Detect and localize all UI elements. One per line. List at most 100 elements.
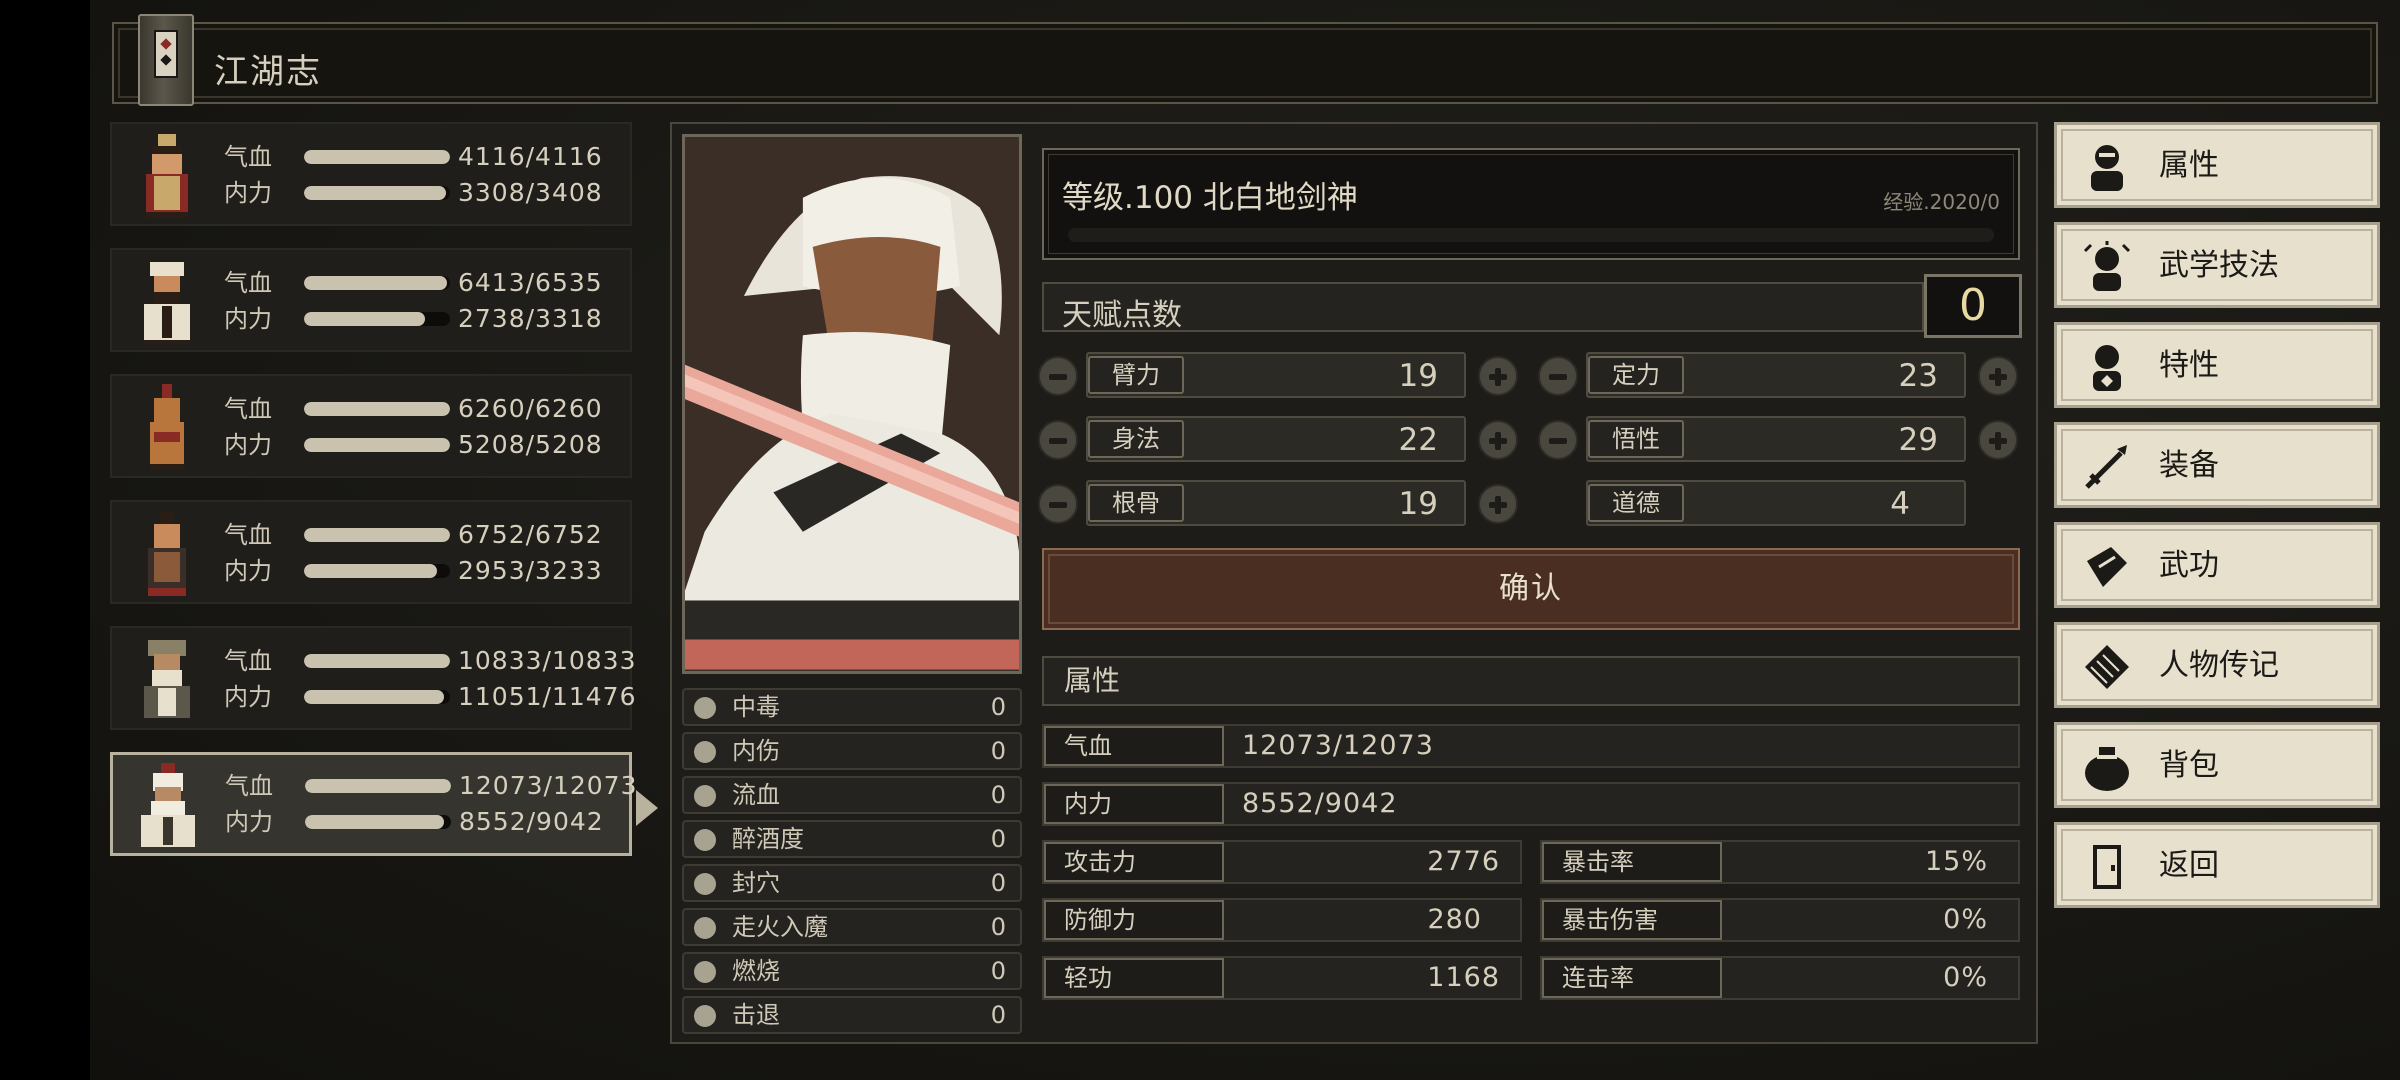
door-icon [2093,845,2121,889]
status-internal-injury: 内伤 0 [682,732,1022,770]
attr-label: 根骨 [1088,484,1184,522]
exp-text: 经验.2020/0 [1883,190,2000,214]
exp-bar [1068,228,1994,242]
avatar [150,384,184,470]
fire-icon [694,961,716,983]
book-icon [138,14,194,106]
attr-daode: 道德 4 [1586,480,1966,526]
party-member-4[interactable]: 气血 6752/6752 内力 2953/3233 [110,500,632,604]
status-name: 流血 [732,781,780,809]
menu-martial-arts-button[interactable]: 武功 [2054,522,2380,608]
mp-bar [304,564,450,578]
stat-value: 280 [1427,904,1482,935]
biography-icon [2085,645,2129,689]
attr-label: 道德 [1588,484,1684,522]
attr-value: 23 [1898,358,1938,394]
level-title: 等级.100 北白地剑神 [1062,180,1358,216]
party-member-5[interactable]: 气血 10833/10833 内力 11051/11476 [110,626,635,730]
stat-defense: 防御力 280 [1042,898,1522,942]
gengu-plus-button[interactable] [1478,484,1518,524]
talent-points-row: 天赋点数 [1042,282,1924,333]
mp-row: 内力 3308/3408 [224,176,624,210]
attributes-header: 属性 [1042,656,2020,706]
status-value: 0 [990,781,1006,809]
mp-bar [304,438,450,452]
stat-qinggong: 轻功 1168 [1042,956,1522,1000]
avatar [148,512,186,596]
mp-label: 内力 [224,683,272,711]
stat-value: 0% [1943,962,1988,993]
attr-label: 臂力 [1088,356,1184,394]
status-value: 0 [990,913,1006,941]
hp-value: 6752/6752 [458,520,603,549]
left-letterbox [0,0,90,1080]
attr-gengu: 根骨 19 [1086,480,1466,526]
party-member-6[interactable]: 气血 12073/12073 内力 8552/9042 [110,752,636,856]
menu-return-button[interactable]: 返回 [2054,822,2380,908]
dingli-minus-button[interactable] [1538,356,1578,396]
bili-minus-button[interactable] [1038,356,1078,396]
stat-label: 攻击力 [1044,842,1224,882]
confirm-button[interactable]: 确认 [1042,548,2020,630]
hp-label: 气血 [224,395,272,423]
attr-label: 定力 [1588,356,1684,394]
party-member-2[interactable]: 气血 6413/6535 内力 2738/3318 [110,248,632,352]
shenfa-plus-button[interactable] [1478,420,1518,460]
party-member-3[interactable]: 气血 6260/6260 内力 5208/5208 [110,374,632,478]
shenfa-minus-button[interactable] [1038,420,1078,460]
wuxing-plus-button[interactable] [1978,420,2018,460]
menu-bag-button[interactable]: 背包 [2054,722,2380,808]
wuxing-minus-button[interactable] [1538,420,1578,460]
attr-value: 22 [1398,422,1438,458]
menu-martial-skills-button[interactable]: 武学技法 [2054,222,2380,308]
gengu-minus-button[interactable] [1038,484,1078,524]
attr-dingli: 定力 23 [1586,352,1966,398]
talent-points-value: 0 [1924,274,2022,338]
status-name: 封穴 [732,869,780,897]
title-bar: 江湖志 [112,14,2378,106]
hp-row: 气血 6260/6260 [224,392,624,426]
hp-label: 气血 [224,143,272,171]
hp-row: 气血 6752/6752 [224,518,624,552]
attr-label: 身法 [1088,420,1184,458]
mp-label: 内力 [224,557,272,585]
stat-value: 15% [1924,846,1988,877]
level-box: 等级.100 北白地剑神 经验.2020/0 [1042,148,2020,260]
menu-label: 装备 [2159,448,2219,483]
hp-label: 气血 [224,269,272,297]
hp-bar [304,654,450,668]
character-icon [2091,145,2123,191]
menu-biography-button[interactable]: 人物传记 [2054,622,2380,708]
hp-label: 气血 [224,647,272,675]
mp-label: 内力 [224,179,272,207]
mp-row: 内力 8552/9042 [225,805,625,839]
character-portrait [682,134,1022,674]
menu-label: 背包 [2159,748,2219,783]
attr-label: 悟性 [1588,420,1684,458]
knockback-icon [694,1005,716,1027]
hp-bar [305,779,451,793]
party-member-1[interactable]: 气血 4116/4116 内力 3308/3408 [110,122,632,226]
menu-traits-button[interactable]: 特性 [2054,322,2380,408]
status-sealed-acupoint: 封穴 0 [682,864,1022,902]
bili-plus-button[interactable] [1478,356,1518,396]
stat-label: 轻功 [1044,958,1224,998]
menu-label: 特性 [2159,348,2219,383]
skull-icon [694,697,716,719]
hp-row: 气血 6413/6535 [224,266,624,300]
mp-label: 内力 [224,305,272,333]
status-qi-deviation: 走火入魔 0 [682,908,1022,946]
mp-row: 内力 11051/11476 [224,680,635,714]
dingli-plus-button[interactable] [1978,356,2018,396]
stat-attack: 攻击力 2776 [1042,840,1522,884]
hp-row: 气血 12073/12073 [225,769,636,803]
avatar [144,262,190,344]
menu-equipment-button[interactable]: 装备 [2054,422,2380,508]
attr-shenfa: 身法 22 [1086,416,1466,462]
sword-icon [2085,445,2127,489]
menu-attributes-button[interactable]: 属性 [2054,122,2380,208]
mp-row: 内力 2738/3318 [224,302,624,336]
manual-icon [2087,547,2127,587]
status-burn: 燃烧 0 [682,952,1022,990]
attr-value: 4 [1890,486,1910,522]
